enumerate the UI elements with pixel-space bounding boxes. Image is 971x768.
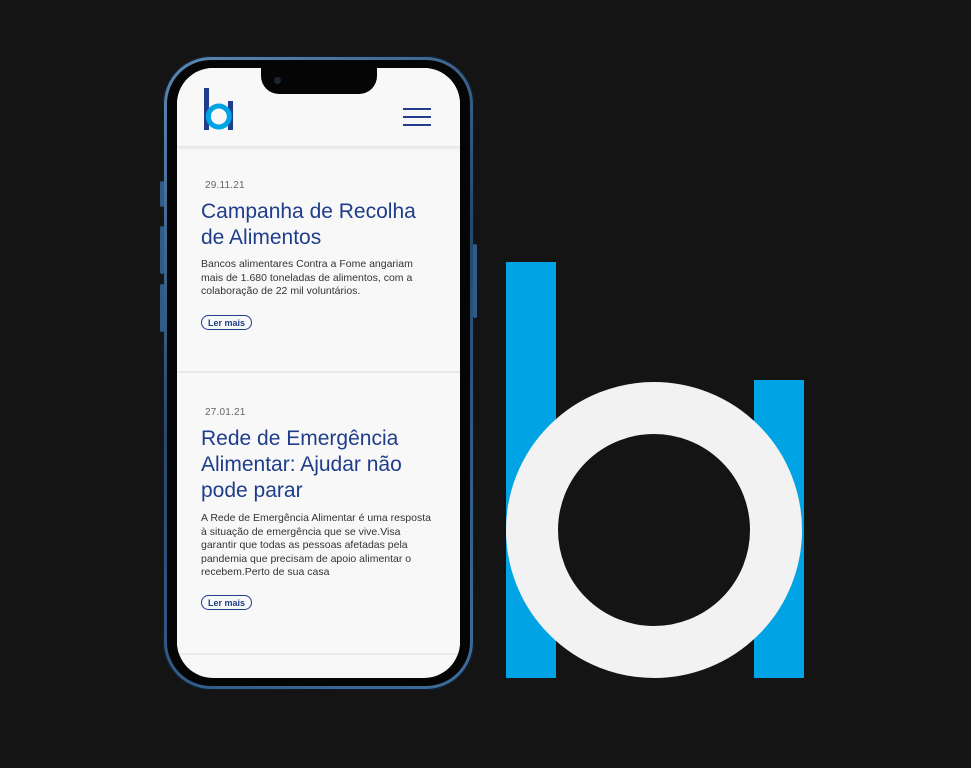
phone-power-button	[473, 244, 477, 318]
phone-volume-up-button	[160, 226, 164, 274]
article-excerpt: Bancos alimentares Contra a Fome angaria…	[201, 258, 413, 298]
article-date: 27.01.21	[205, 407, 246, 418]
phone-screen: 29.11.21 Campanha de Recolha de Alimento…	[177, 68, 460, 678]
ba-logo-icon[interactable]	[204, 88, 234, 130]
showcase-stage: 29.11.21 Campanha de Recolha de Alimento…	[0, 0, 971, 768]
article-card: 27.01.21 Rede de Emergência Alimentar: A…	[177, 373, 460, 653]
phone-mockup: 29.11.21 Campanha de Recolha de Alimento…	[160, 56, 477, 690]
article-date: 29.11.21	[205, 180, 245, 191]
read-more-button[interactable]: Ler mais	[201, 315, 253, 330]
article-divider	[177, 653, 460, 655]
large-ba-logo-icon	[506, 262, 804, 678]
article-title[interactable]: Campanha de Recolha de Alimentos	[201, 199, 441, 251]
article-card: 29.11.21 Campanha de Recolha de Alimento…	[177, 146, 460, 371]
read-more-button[interactable]: Ler mais	[201, 595, 253, 610]
hamburger-menu-icon[interactable]	[403, 108, 433, 128]
article-excerpt: A Rede de Emergência Alimentar é uma res…	[201, 512, 431, 579]
article-title[interactable]: Rede de Emergência Alimentar: Ajudar não…	[201, 426, 441, 504]
phone-volume-down-button	[160, 284, 164, 332]
phone-mute-switch	[160, 181, 164, 207]
front-camera	[274, 77, 281, 84]
